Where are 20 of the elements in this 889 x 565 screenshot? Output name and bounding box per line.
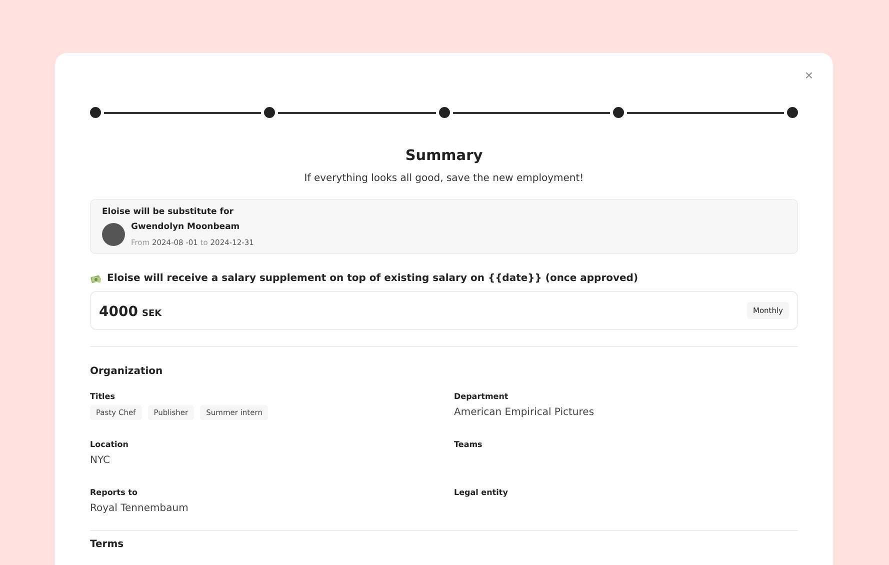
avatar-placeholder <box>102 223 125 246</box>
field-value: Royal Tennembaum <box>90 503 190 514</box>
summary-title: Summary <box>404 148 484 164</box>
field-value: American Empirical Pictures <box>454 407 596 418</box>
money-icon <box>90 274 102 284</box>
close-button[interactable]: × <box>800 65 817 85</box>
section-heading: Organization <box>90 366 164 377</box>
summary-subtitle: If everything looks all good, save the new employment! <box>303 173 585 184</box>
field-label: Location <box>90 440 130 449</box>
field-label: Legal entity <box>454 488 509 497</box>
field-label: Titles <box>90 392 116 401</box>
field-label: Reports to <box>90 488 138 497</box>
field-label: Teams <box>454 440 484 449</box>
salary-amount: 4000 SEK <box>99 303 162 320</box>
section-heading: Terms <box>90 539 125 550</box>
field-label: Department <box>454 392 510 401</box>
substitute-heading: Eloise will be substitute for <box>102 207 234 217</box>
field-value: NYC <box>90 455 112 466</box>
person-name: Gwendolyn Moonbeam <box>131 222 241 232</box>
supplement-heading: Eloise will receive a salary supplement on top of existing salary on {{date}} (once approved) <box>107 273 638 284</box>
